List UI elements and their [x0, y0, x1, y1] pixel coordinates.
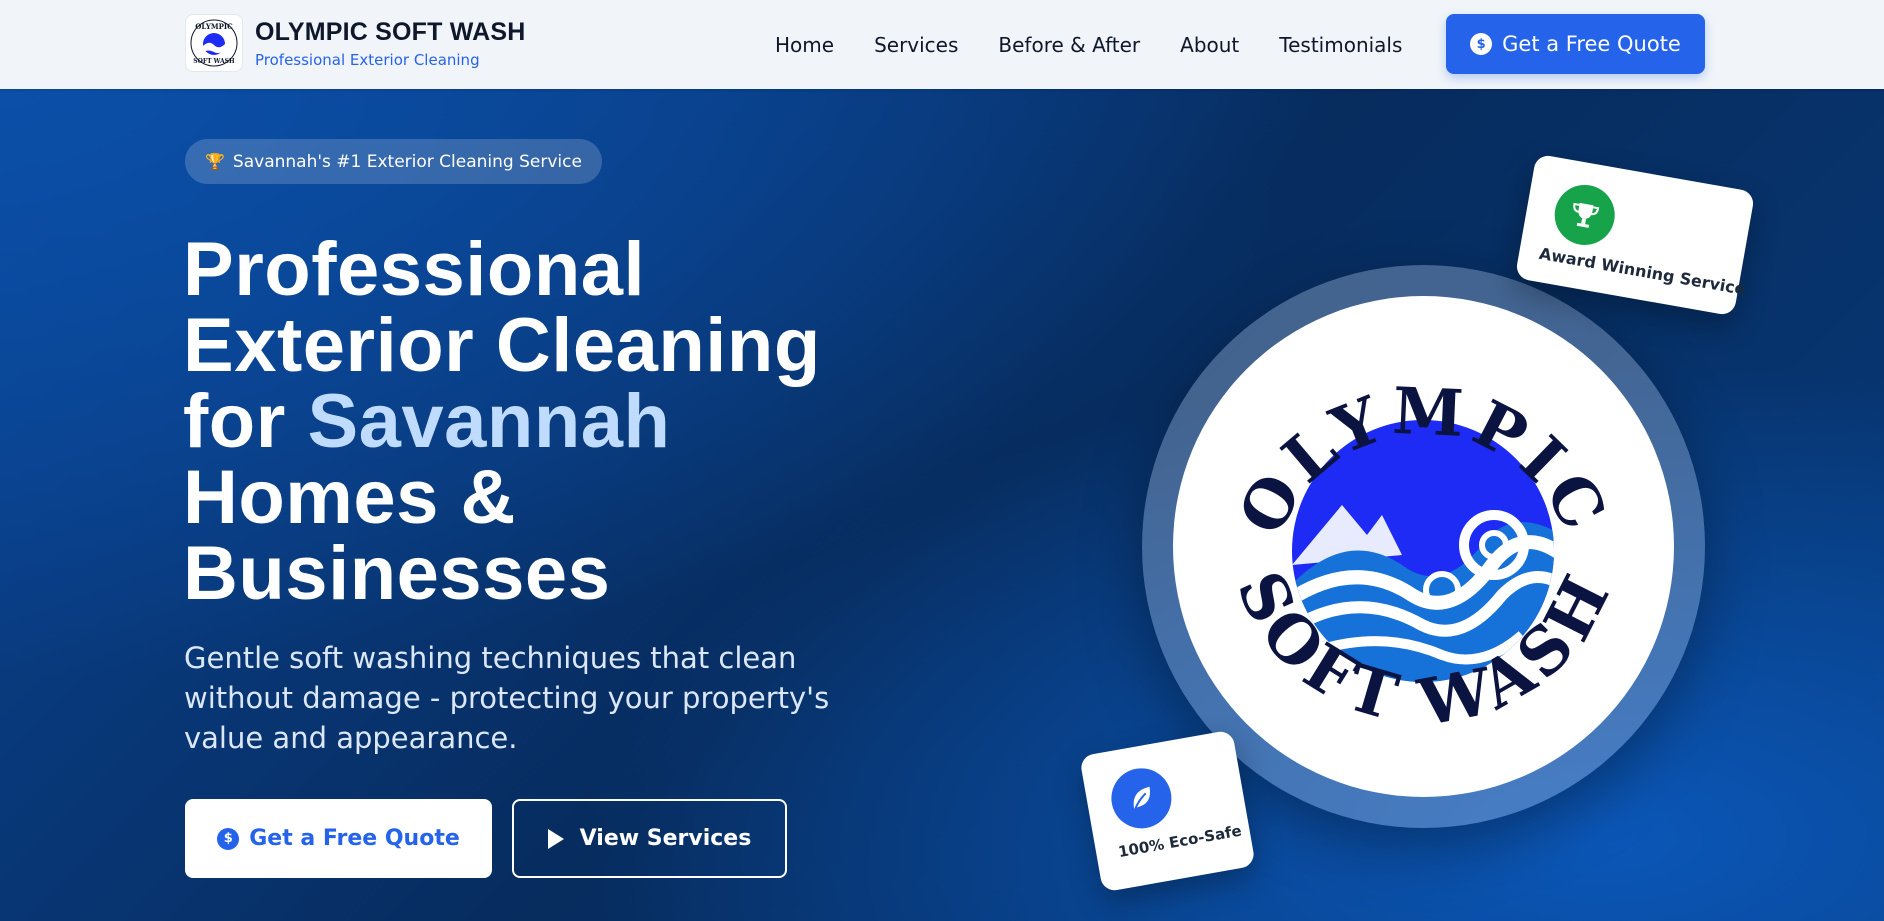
chat-dollar-icon: $: [1470, 33, 1493, 55]
nav-services[interactable]: Services: [874, 33, 958, 57]
hero-badge: 🏆 Savannah's #1 Exterior Cleaning Servic…: [185, 139, 602, 184]
headline-line-4: Homes &: [183, 455, 516, 540]
headline-line-5: Businesses: [183, 531, 611, 616]
headline-line-1: Professional: [183, 227, 646, 312]
trophy-icon: [1549, 180, 1620, 250]
eco-card: 100% Eco-Safe: [1079, 729, 1256, 893]
hero-headline: Professional Exterior Cleaning for Savan…: [183, 232, 883, 612]
brand-title[interactable]: OLYMPIC SOFT WASH: [255, 18, 526, 47]
view-services-label: View Services: [579, 826, 752, 851]
hero-section: 🏆 Savannah's #1 Exterior Cleaning Servic…: [0, 89, 1884, 921]
main-nav: Home Services Before & After About Testi…: [775, 0, 1402, 89]
hero-badge-text: Savannah's #1 Exterior Cleaning Service: [232, 151, 582, 172]
brand[interactable]: OLYMPIC SOFT WASH OLYMPIC SOFT WASH Prof…: [185, 14, 526, 72]
svg-text:SOFT WASH: SOFT WASH: [193, 58, 235, 65]
leaf-icon: [1106, 763, 1177, 834]
svg-text:OLYMPIC: OLYMPIC: [195, 22, 233, 31]
play-icon: [547, 828, 564, 849]
nav-testimonials[interactable]: Testimonials: [1279, 33, 1402, 57]
chat-dollar-icon: $: [217, 827, 240, 850]
nav-home[interactable]: Home: [775, 33, 834, 57]
hero-lead: Gentle soft washing techniques that clea…: [184, 641, 830, 755]
headline-line-2: Exterior Cleaning: [183, 303, 821, 388]
view-services-button[interactable]: View Services: [512, 799, 787, 878]
headline-for: for: [183, 379, 308, 464]
trophy-icon: 🏆: [205, 152, 225, 171]
site-header: OLYMPIC SOFT WASH OLYMPIC SOFT WASH Prof…: [0, 0, 1884, 89]
header-quote-label: Get a Free Quote: [1502, 32, 1681, 56]
headline-highlight: Savannah: [307, 379, 671, 464]
nav-about[interactable]: About: [1180, 33, 1239, 57]
nav-before-after[interactable]: Before & After: [998, 33, 1140, 57]
hero-quote-button[interactable]: $ Get a Free Quote: [185, 799, 492, 878]
header-quote-button[interactable]: $ Get a Free Quote: [1446, 14, 1705, 74]
brand-logo[interactable]: OLYMPIC SOFT WASH: [185, 14, 243, 72]
brand-tagline: Professional Exterior Cleaning: [255, 50, 480, 69]
hero-quote-label: Get a Free Quote: [249, 826, 460, 851]
